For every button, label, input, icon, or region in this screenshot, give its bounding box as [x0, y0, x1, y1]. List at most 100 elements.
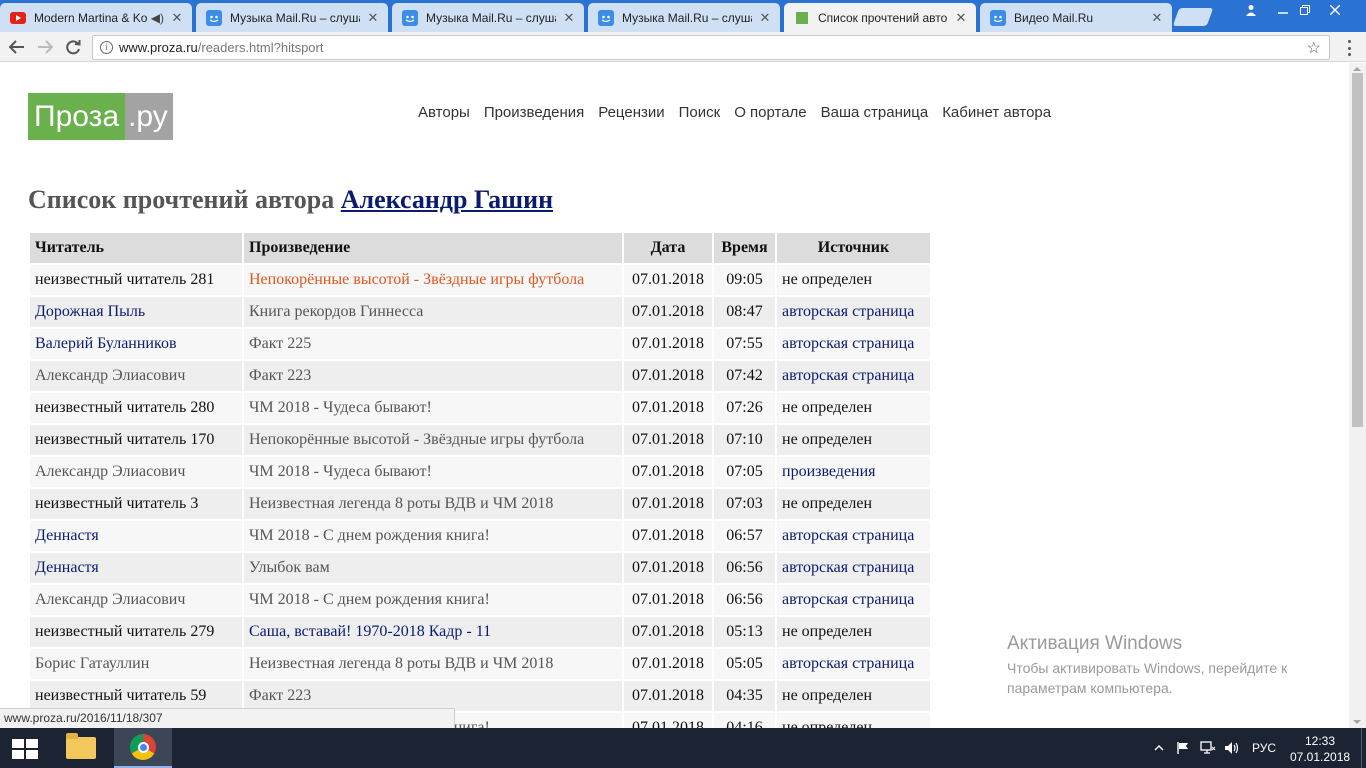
site-logo[interactable]: Проза .ру	[28, 93, 173, 140]
cell-source[interactable]: авторская страница	[777, 583, 932, 615]
cell-date: 07.01.2018	[624, 583, 714, 615]
nav-author-cabinet[interactable]: Кабинет автора	[942, 104, 1051, 121]
address-bar[interactable]: i www.proza.ru/readers.html?hitsport ☆	[92, 35, 1330, 60]
mailru-music-icon	[598, 9, 614, 26]
nav-reviews[interactable]: Рецензии	[598, 104, 664, 121]
cell-work[interactable]: Неизвестная легенда 8 роты ВДВ и ЧМ 2018	[244, 487, 624, 519]
cell-reader[interactable]: Валерий Буланников	[30, 327, 244, 359]
cell-source[interactable]: авторская страница	[777, 647, 932, 679]
logo-part-1: Проза	[28, 93, 126, 140]
nav-works[interactable]: Произведения	[484, 104, 584, 121]
bookmark-star-icon[interactable]: ☆	[1307, 38, 1321, 58]
network-icon[interactable]	[1200, 728, 1216, 768]
cell-source[interactable]: авторская страница	[777, 327, 932, 359]
cell-source[interactable]: произведения	[777, 455, 932, 487]
windows-start-icon[interactable]	[12, 739, 38, 759]
tab-title: Музыка Mail.Ru – слуша	[426, 10, 556, 25]
tray-chevron-icon[interactable]	[1154, 728, 1164, 768]
nav-search[interactable]: Поиск	[679, 104, 721, 121]
close-icon[interactable]: ✕	[758, 10, 772, 26]
taskbar-clock[interactable]: 12:33 07.01.2018	[1290, 733, 1350, 765]
browser-tab-active[interactable]: Список прочтений авто ✕	[784, 3, 976, 32]
close-window-button[interactable]	[1320, 0, 1350, 20]
cell-work[interactable]: ЧМ 2018 - С днем рождения книга!	[244, 519, 624, 551]
browser-tab[interactable]: Музыка Mail.Ru – слуша ✕	[588, 3, 780, 32]
speaker-icon[interactable]: ◀)	[151, 11, 164, 25]
browser-tab[interactable]: Музыка Mail.Ru – слуша ✕	[392, 3, 584, 32]
cell-source: не определен	[777, 487, 932, 519]
back-button[interactable]	[6, 37, 28, 57]
language-indicator[interactable]: РУС	[1252, 728, 1276, 768]
forward-button[interactable]	[34, 37, 56, 57]
new-tab-button[interactable]	[1172, 8, 1214, 26]
windows-taskbar: РУС 12:33 07.01.2018	[0, 728, 1366, 768]
cell-time: 07:42	[714, 359, 777, 391]
cell-work[interactable]: ЧМ 2018 - Чудеса бывают!	[244, 455, 624, 487]
cell-source[interactable]: авторская страница	[777, 295, 932, 327]
cell-time: 05:13	[714, 615, 777, 647]
cell-reader: неизвестный читатель 59	[30, 679, 244, 711]
cell-work[interactable]: Факт 225	[244, 327, 624, 359]
reload-button[interactable]	[62, 37, 84, 57]
cell-date: 07.01.2018	[624, 423, 714, 455]
cell-work[interactable]: Неизвестная легенда 8 роты ВДВ и ЧМ 2018	[244, 647, 624, 679]
folder-icon	[66, 733, 96, 759]
tab-title: Modern Martina & Ko	[34, 10, 147, 25]
explorer-taskbar-button[interactable]	[52, 728, 110, 768]
browser-menu-icon[interactable]	[1340, 38, 1358, 58]
nav-about[interactable]: О портале	[734, 104, 806, 121]
cell-work[interactable]: Книга рекордов Гиннесса	[244, 295, 624, 327]
cell-time: 06:57	[714, 519, 777, 551]
cell-reader[interactable]: Деннастя	[30, 519, 244, 551]
close-icon[interactable]: ✕	[366, 10, 380, 26]
restore-button[interactable]	[1290, 0, 1320, 20]
close-icon[interactable]: ✕	[1150, 10, 1164, 26]
cell-time: 09:05	[714, 263, 777, 295]
flag-icon[interactable]	[1176, 728, 1190, 768]
scroll-down-arrow[interactable]	[1353, 720, 1361, 724]
user-icon[interactable]	[1236, 0, 1266, 20]
scrollbar-thumb[interactable]	[1352, 73, 1363, 427]
chrome-icon	[130, 734, 156, 760]
table-row: неизвестный читатель 59 Факт 223 07.01.201…	[30, 679, 932, 711]
cell-source[interactable]: авторская страница	[777, 359, 932, 391]
table-row: неизвестный читатель 170 Непокорённые выс…	[30, 423, 932, 455]
cell-time: 06:56	[714, 583, 777, 615]
cell-work[interactable]: ЧМ 2018 - С днем рождения книга!	[244, 583, 624, 615]
cell-date: 07.01.2018	[624, 551, 714, 583]
table-row: неизвестный читатель 280 ЧМ 2018 - Чудеса…	[30, 391, 932, 423]
cell-reader[interactable]: Деннастя	[30, 551, 244, 583]
chrome-taskbar-button[interactable]	[114, 728, 172, 768]
clock-time: 12:33	[1304, 734, 1336, 748]
browser-tab[interactable]: Modern Martina & Ko ◀) ✕	[0, 3, 192, 32]
cell-work[interactable]: Факт 223	[244, 359, 624, 391]
cell-reader: неизвестный читатель 3	[30, 487, 244, 519]
address-host: www.proza.ru	[119, 40, 198, 55]
show-desktop-button[interactable]	[1361, 728, 1366, 768]
cell-work[interactable]: Непокорённые высотой - Звёздные игры фут…	[244, 263, 624, 295]
scroll-up-arrow[interactable]	[1353, 67, 1361, 71]
volume-icon[interactable]	[1224, 728, 1240, 768]
cell-work[interactable]: Улыбок вам	[244, 551, 624, 583]
mailru-video-icon	[990, 9, 1006, 26]
nav-your-page[interactable]: Ваша страница	[821, 104, 929, 121]
info-icon[interactable]: i	[100, 41, 113, 54]
site-nav: Авторы Произведения Рецензии Поиск О пор…	[418, 104, 1051, 121]
close-icon[interactable]: ✕	[954, 10, 968, 26]
browser-tab[interactable]: Музыка Mail.Ru – слуша ✕	[196, 3, 388, 32]
close-icon[interactable]: ✕	[562, 10, 576, 26]
cell-source[interactable]: авторская страница	[777, 551, 932, 583]
cell-work[interactable]: ЧМ 2018 - Чудеса бывают!	[244, 391, 624, 423]
cell-source[interactable]: авторская страница	[777, 519, 932, 551]
mailru-music-icon	[402, 9, 418, 26]
browser-tab[interactable]: Видео Mail.Ru ✕	[980, 3, 1172, 32]
cell-work[interactable]: Факт 223	[244, 679, 624, 711]
cell-work[interactable]: Непокорённые высотой - Звёздные игры фут…	[244, 423, 624, 455]
cell-work[interactable]: Саша, вставай! 1970-2018 Кадр - 11	[244, 615, 624, 647]
cell-reader[interactable]: Дорожная Пыль	[30, 295, 244, 327]
nav-authors[interactable]: Авторы	[418, 104, 470, 121]
author-link[interactable]: Александр Гашин	[341, 185, 553, 214]
page-scrollbar[interactable]	[1349, 63, 1366, 728]
close-icon[interactable]: ✕	[170, 10, 184, 26]
logo-part-2: .ру	[125, 93, 173, 140]
